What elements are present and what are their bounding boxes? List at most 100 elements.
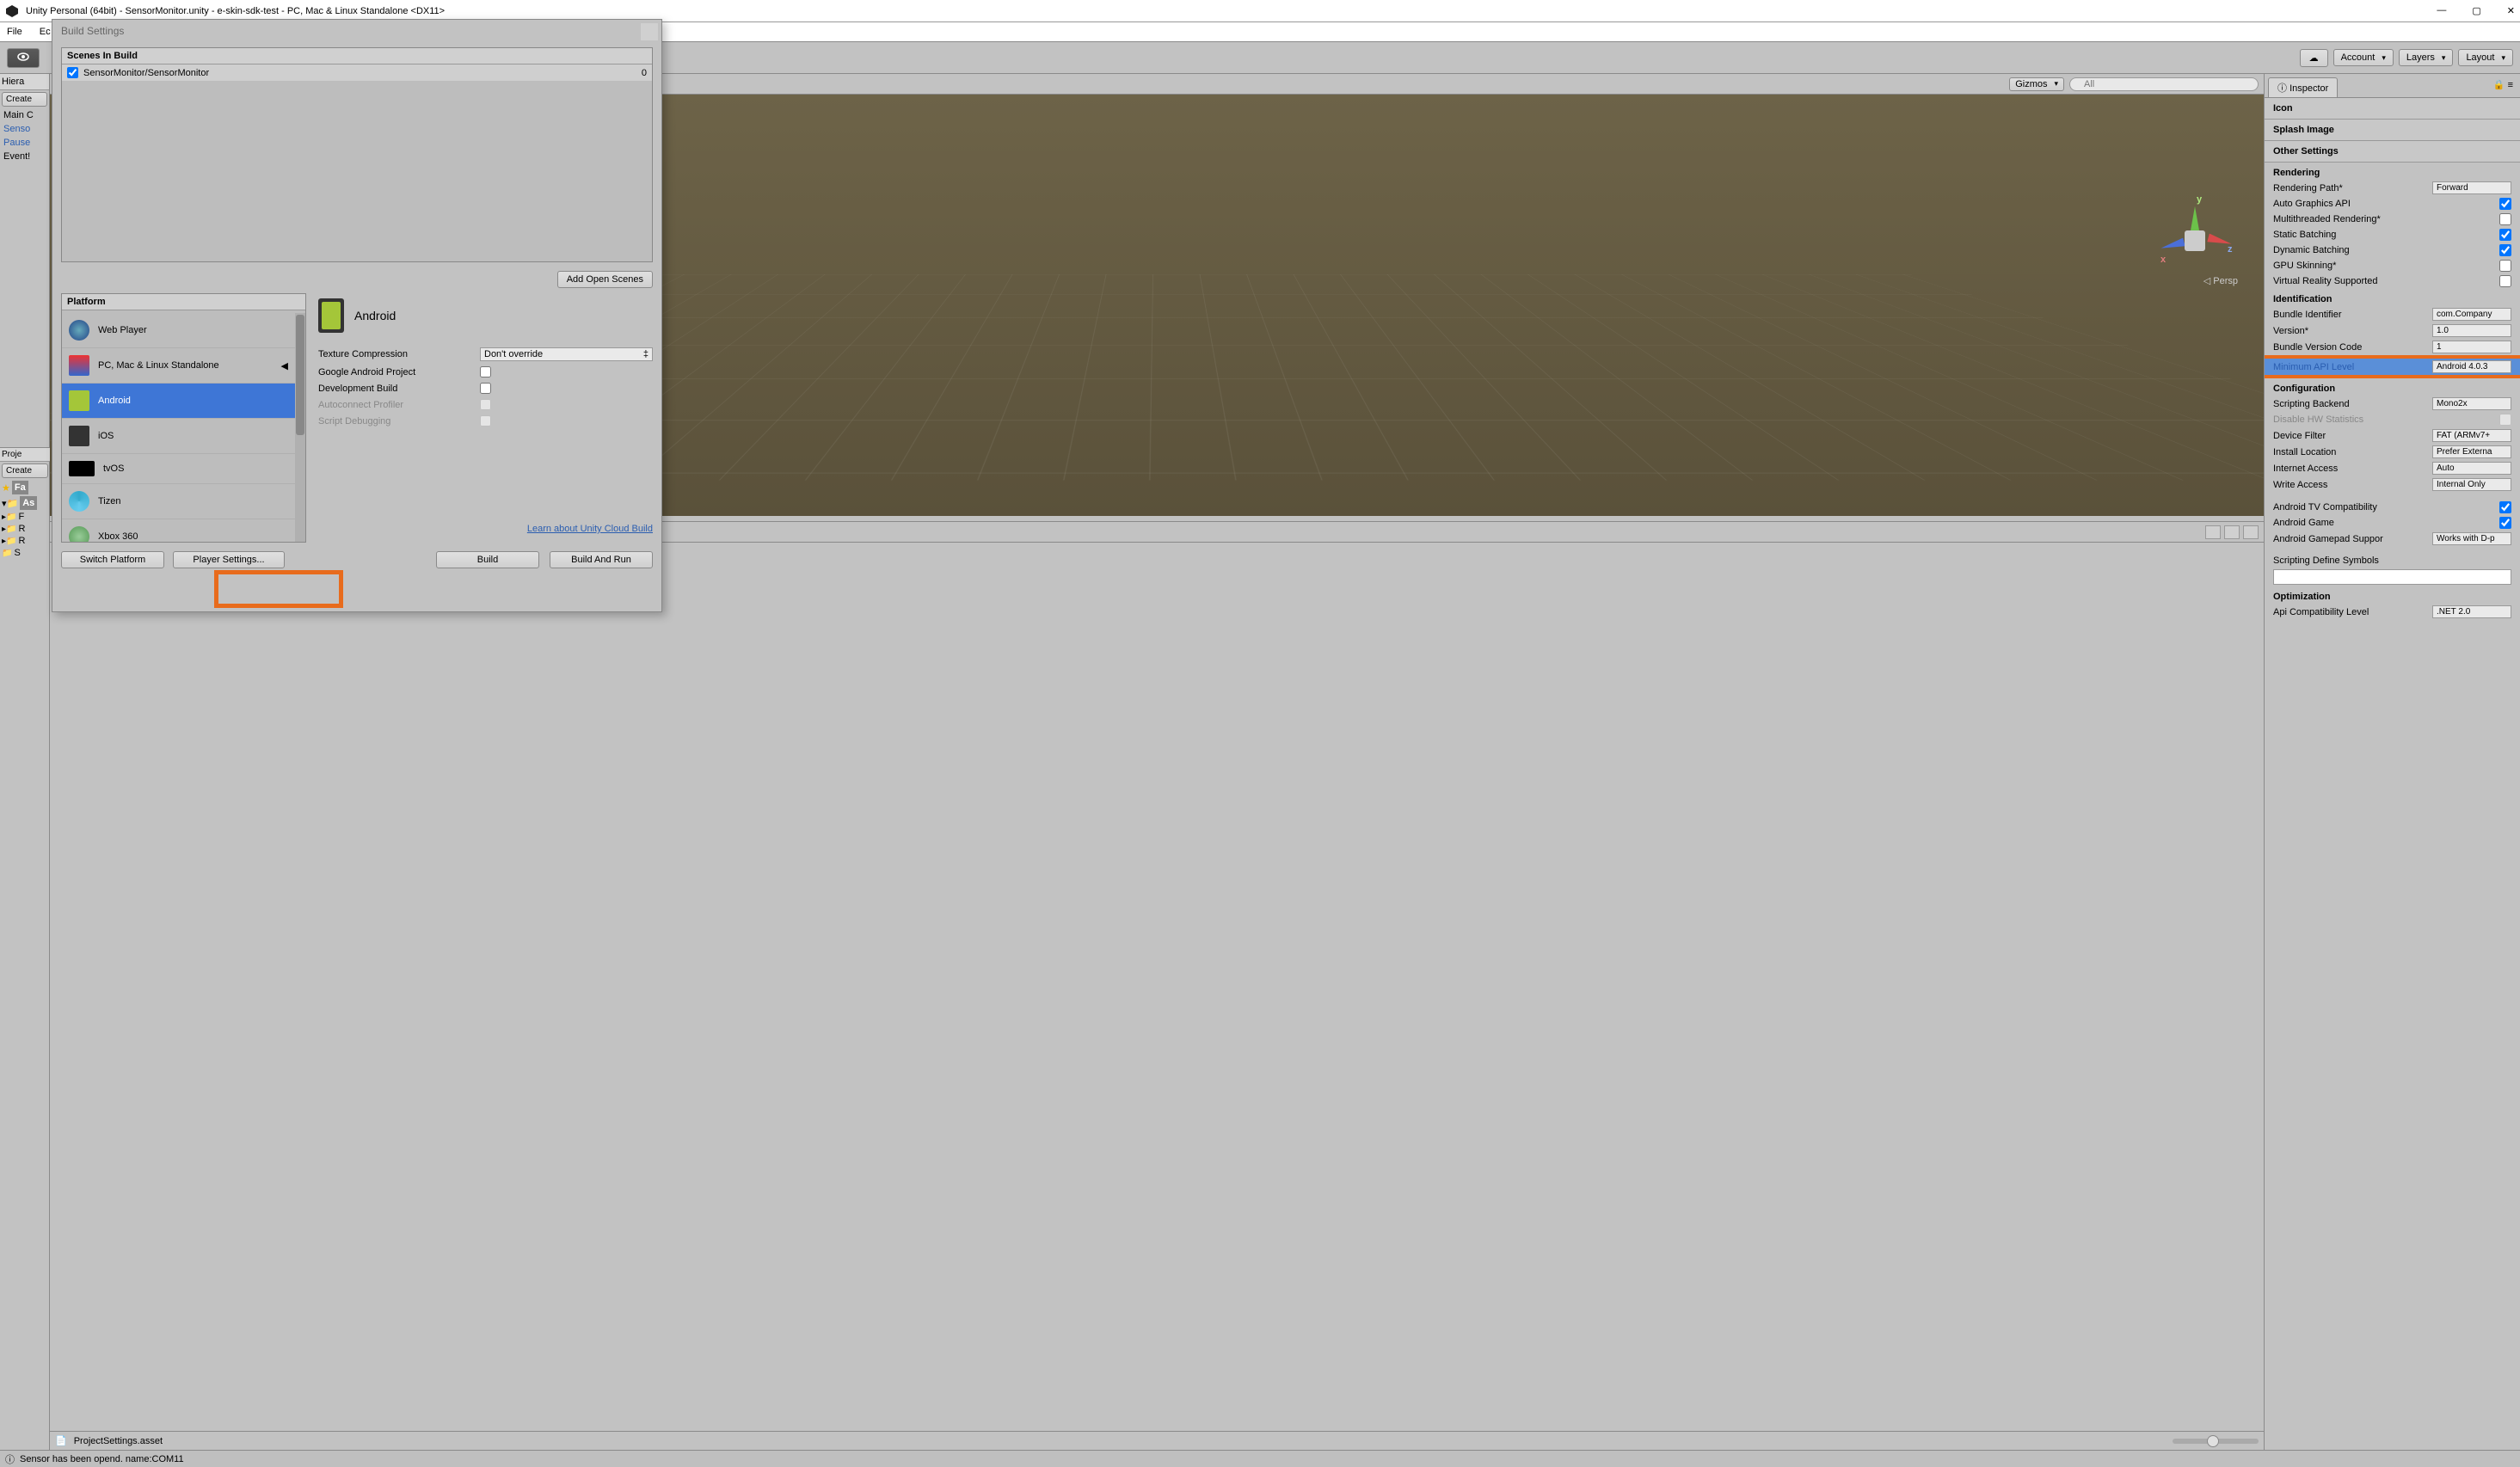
static-batching-checkbox[interactable]	[2499, 229, 2511, 241]
scene-checkbox[interactable]	[67, 67, 78, 78]
scene-row[interactable]: SensorMonitor/SensorMonitor 0	[62, 64, 652, 81]
hand-tool-button[interactable]	[7, 48, 40, 68]
build-button[interactable]: Build	[436, 551, 539, 568]
write-access-dropdown[interactable]: Internal Only	[2432, 478, 2511, 491]
internet-access-label: Internet Access	[2273, 463, 2427, 474]
rendering-path-dropdown[interactable]: Forward	[2432, 181, 2511, 194]
static-batching-label: Static Batching	[2273, 230, 2494, 240]
auto-graphics-api-checkbox[interactable]	[2499, 198, 2511, 210]
section-splash-image[interactable]: Splash Image	[2265, 120, 2520, 141]
folder-item[interactable]: ▸📁 R	[0, 535, 50, 547]
dialog-close-button[interactable]	[641, 23, 658, 40]
z-axis-icon	[2160, 238, 2185, 253]
vr-supported-checkbox[interactable]	[2499, 275, 2511, 287]
window-minimize-button[interactable]: —	[2437, 5, 2446, 16]
autoconnect-profiler-label: Autoconnect Profiler	[318, 400, 473, 410]
assets-folder[interactable]: As	[20, 496, 37, 510]
folder-item[interactable]: ▸📁 F	[0, 511, 50, 523]
menu-edit[interactable]: Ec	[40, 27, 51, 37]
slider-thumb[interactable]	[2207, 1435, 2219, 1447]
texture-compression-dropdown[interactable]: Don't override‡	[480, 347, 653, 361]
multithreaded-rendering-checkbox[interactable]	[2499, 213, 2511, 225]
orientation-gizmo[interactable]: y x z	[2160, 206, 2229, 275]
android-gamepad-support-dropdown[interactable]: Works with D-p	[2432, 532, 2511, 545]
cloud-build-link[interactable]: Learn about Unity Cloud Build	[527, 524, 653, 534]
install-location-dropdown[interactable]: Prefer Externa	[2432, 445, 2511, 458]
bundle-version-code-field[interactable]: 1	[2432, 341, 2511, 353]
project-zoom-slider[interactable]	[2173, 1439, 2259, 1444]
menu-file[interactable]: File	[7, 27, 22, 37]
selected-asset-path: ProjectSettings.asset	[74, 1436, 163, 1446]
configuration-header: Configuration	[2265, 378, 2520, 396]
platform-item-xbox360[interactable]: Xbox 360	[62, 519, 295, 542]
panel-icon[interactable]	[2224, 525, 2240, 539]
player-settings-button[interactable]: Player Settings...	[173, 551, 285, 568]
project-create-button[interactable]: Create	[2, 463, 48, 478]
project-tab[interactable]: Proje	[0, 448, 50, 462]
section-other-settings[interactable]: Other Settings	[2265, 141, 2520, 163]
gizmos-dropdown[interactable]: Gizmos▾	[2009, 77, 2064, 91]
account-label: Account	[2341, 52, 2376, 63]
hierarchy-item[interactable]: Main C	[0, 108, 49, 122]
highlight-player-settings	[214, 570, 343, 608]
folder-item[interactable]: ▸📁 R	[0, 523, 50, 535]
switch-platform-button[interactable]: Switch Platform	[61, 551, 164, 568]
standalone-icon	[69, 355, 89, 376]
api-compat-level-dropdown[interactable]: .NET 2.0	[2432, 605, 2511, 618]
perspective-label[interactable]: ◁ Persp	[2203, 275, 2238, 286]
caret-down-icon: ▾	[2501, 53, 2505, 63]
cloud-button[interactable]: ☁	[2300, 49, 2328, 67]
window-close-button[interactable]: ✕	[2507, 5, 2515, 16]
folder-icon: ▾📁	[2, 498, 18, 509]
platform-item-web-player[interactable]: Web Player	[62, 313, 295, 348]
scripting-define-symbols-field[interactable]	[2273, 569, 2511, 585]
android-game-checkbox[interactable]	[2499, 517, 2511, 529]
build-and-run-button[interactable]: Build And Run	[550, 551, 653, 568]
hierarchy-create-button[interactable]: Create	[2, 92, 47, 107]
hierarchy-item[interactable]: Pause	[0, 136, 49, 150]
platform-item-tizen[interactable]: Tizen	[62, 484, 295, 519]
development-build-checkbox[interactable]	[480, 383, 491, 394]
layers-label: Layers	[2406, 52, 2435, 63]
scripting-backend-label: Scripting Backend	[2273, 399, 2427, 409]
layout-dropdown[interactable]: Layout ▾	[2458, 49, 2513, 66]
bundle-identifier-field[interactable]: com.Company	[2432, 308, 2511, 321]
inspector-lock-icon[interactable]: 🔒 ≡	[2486, 74, 2520, 95]
scene-search-input[interactable]	[2069, 77, 2259, 91]
hierarchy-tab[interactable]: Hiera	[0, 74, 49, 90]
project-panel: Proje Create ★Fa ▾📁As ▸📁 F ▸📁 R ▸📁 R 📁 S	[0, 447, 50, 1467]
hierarchy-item[interactable]: Senso	[0, 122, 49, 136]
window-maximize-button[interactable]: ▢	[2472, 5, 2480, 16]
caret-down-icon: ▾	[2442, 53, 2446, 63]
platform-item-ios[interactable]: iOS	[62, 419, 295, 454]
section-icon[interactable]: Icon	[2265, 98, 2520, 120]
platform-settings-panel: Android Texture CompressionDon't overrid…	[318, 293, 653, 543]
file-icon: 📄	[55, 1435, 67, 1446]
inspector-tab[interactable]: ⓘ Inspector	[2268, 77, 2338, 97]
platform-item-android[interactable]: Android	[62, 384, 295, 419]
star-icon: ★	[2, 482, 10, 494]
device-filter-dropdown[interactable]: FAT (ARMv7+	[2432, 429, 2511, 442]
minimum-api-level-dropdown[interactable]: Android 4.0.3	[2432, 360, 2511, 373]
platform-item-tvos[interactable]: tvOS	[62, 454, 295, 484]
layers-dropdown[interactable]: Layers ▾	[2399, 49, 2454, 66]
scripting-backend-dropdown[interactable]: Mono2x	[2432, 397, 2511, 410]
google-android-project-checkbox[interactable]	[480, 366, 491, 377]
caret-down-icon: ▾	[2382, 53, 2386, 63]
panel-icon[interactable]	[2243, 525, 2259, 539]
version-field[interactable]: 1.0	[2432, 324, 2511, 337]
gpu-skinning-checkbox[interactable]	[2499, 260, 2511, 272]
z-axis-label: z	[2228, 244, 2233, 255]
rendering-path-label: Rendering Path*	[2273, 183, 2427, 193]
internet-access-dropdown[interactable]: Auto	[2432, 462, 2511, 475]
android-tv-compat-checkbox[interactable]	[2499, 501, 2511, 513]
hierarchy-item[interactable]: Event!	[0, 150, 49, 163]
favorites-label[interactable]: Fa	[12, 481, 28, 494]
add-open-scenes-button[interactable]: Add Open Scenes	[557, 271, 653, 288]
platform-scrollbar[interactable]	[295, 313, 305, 542]
dynamic-batching-checkbox[interactable]	[2499, 244, 2511, 256]
panel-icon[interactable]	[2205, 525, 2221, 539]
folder-item[interactable]: 📁 S	[0, 547, 50, 559]
account-dropdown[interactable]: Account ▾	[2333, 49, 2394, 66]
platform-item-standalone[interactable]: PC, Mac & Linux Standalone◀	[62, 348, 295, 384]
